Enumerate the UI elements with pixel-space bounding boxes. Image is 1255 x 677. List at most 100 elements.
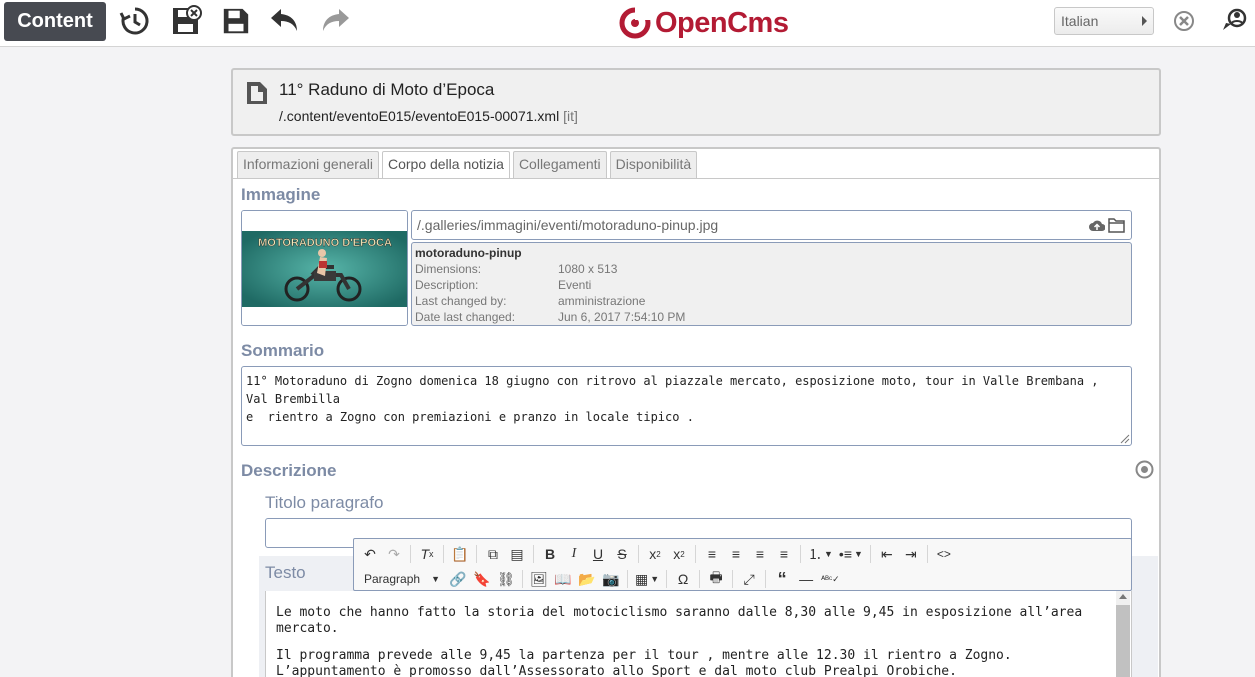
resource-locale: [it] (563, 108, 578, 124)
image-thumbnail[interactable]: MOTORADUNO D'EPOCA (241, 210, 408, 326)
align-left-icon[interactable]: ≡ (700, 543, 724, 565)
resize-handle-icon[interactable] (1120, 434, 1130, 444)
align-right-icon[interactable]: ≡ (748, 543, 772, 565)
chevron-right-icon (1142, 16, 1147, 26)
superscript-icon[interactable]: x2 (667, 543, 691, 565)
outdent-icon[interactable]: ⇤ (875, 543, 899, 565)
underline-icon[interactable]: U (586, 543, 610, 565)
image-info-panel: motoraduno-pinup Dimensions: 1080 x 513 D… (411, 242, 1132, 326)
subscript-icon[interactable]: x2 (643, 543, 667, 565)
indent-icon[interactable]: ⇥ (899, 543, 923, 565)
italic-icon[interactable]: I (562, 543, 586, 565)
image-field-row: Dimensions: 1080 x 513 (415, 261, 1131, 277)
image-field-value: amministrazione (558, 294, 646, 308)
image-gallery-icon[interactable]: 📷 (599, 568, 623, 590)
editor-scrollbar-thumb[interactable] (1116, 605, 1130, 677)
user-menu-icon[interactable] (1217, 4, 1251, 38)
copy-icon[interactable]: ⧉ (481, 543, 505, 565)
language-value: Italian (1061, 13, 1099, 29)
opencms-logo-text: OpenCms (655, 6, 789, 39)
strikethrough-icon[interactable]: S (610, 543, 634, 565)
undo-icon[interactable] (268, 4, 302, 38)
content-button[interactable]: Content (4, 2, 106, 41)
motorcycle-image: MOTORADUNO D'EPOCA (242, 211, 407, 325)
image-icon[interactable]: 🖼 (527, 568, 551, 590)
rich-text-editor[interactable]: Le moto che hanno fatto la storia del mo… (265, 591, 1132, 677)
folder-icon[interactable] (1108, 217, 1125, 233)
paragraph-title-label: Titolo paragrafo (265, 493, 384, 512)
image-banner-text: MOTORADUNO D'EPOCA (258, 237, 392, 249)
clear-format-icon[interactable]: Tx (415, 543, 439, 565)
print-icon[interactable]: 🖶 (704, 568, 728, 590)
bold-icon[interactable]: B (538, 543, 562, 565)
download-gallery-icon[interactable]: 📂 (575, 568, 599, 590)
tab-divider (233, 178, 1159, 179)
tab-bar: Informazioni generali Corpo della notizi… (237, 151, 698, 178)
blockquote-icon[interactable]: “ (770, 568, 794, 590)
close-icon[interactable] (1168, 4, 1200, 38)
editor-paragraph: Il programma prevede alle 9,45 la parten… (276, 648, 1012, 677)
summary-label: Sommario (241, 341, 325, 360)
editor-toolbar-row-2: Paragraph ▼ 🔗 🔖 ⛓ 🖼 📖 📂 📷 ▦ ▼ Ω 🖶 ⤢ “ — ᴬᴮ… (358, 566, 843, 592)
resource-path: /.content/eventoE015/eventoE015-00071.xm… (279, 108, 578, 124)
tab-general-info[interactable]: Informazioni generali (237, 151, 379, 178)
numbered-list-icon[interactable]: ⒈ ▼ (805, 543, 836, 565)
image-label: Immagine (241, 185, 321, 204)
save-icon[interactable] (219, 4, 253, 38)
upload-icon[interactable] (1089, 219, 1105, 233)
paste-icon[interactable]: 📋 (448, 543, 472, 565)
image-field-key: Last changed by: (415, 294, 507, 308)
gallery-icon[interactable]: 📖 (551, 568, 575, 590)
image-field-row: Last changed by: amministrazione (415, 293, 1131, 309)
image-field-key: Description: (415, 278, 479, 292)
source-code-icon[interactable]: <> (932, 543, 956, 565)
text-label: Testo (265, 563, 306, 582)
tab-availability[interactable]: Disponibilità (609, 151, 698, 178)
file-icon (247, 82, 267, 104)
opencms-logo: OpenCms (618, 3, 789, 43)
resource-title: 11° Raduno di Moto d’Epoca (279, 80, 495, 99)
opencms-logo-icon (619, 6, 652, 39)
image-field-value: 1080 x 513 (558, 262, 618, 276)
align-justify-icon[interactable]: ≡ (772, 543, 796, 565)
image-field-key: Dimensions: (415, 262, 482, 276)
save-exit-icon[interactable] (169, 4, 203, 38)
format-select[interactable]: Paragraph ▼ (358, 568, 446, 590)
image-field-value: Eventi (558, 278, 592, 292)
language-select[interactable]: Italian (1054, 7, 1154, 35)
image-field-key: Date last changed: (415, 310, 516, 324)
editor-toolbar-row-1: ↶ ↷ Tx 📋 ⧉ ▤ B I U S x2 x2 ≡ ≡ ≡ ≡ ⒈ ▼ •≡… (358, 541, 956, 567)
paste-text-icon[interactable]: ▤ (505, 543, 529, 565)
target-icon[interactable] (1135, 460, 1154, 479)
tab-links[interactable]: Collegamenti (512, 151, 607, 178)
resource-path-text: /.content/eventoE015/eventoE015-00071.xm… (279, 108, 560, 124)
horizontal-rule-icon[interactable]: — (794, 568, 818, 590)
fullscreen-icon[interactable]: ⤢ (737, 568, 761, 590)
top-toolbar: Content OpenCms Italian (0, 0, 1255, 47)
undo-icon[interactable]: ↶ (358, 543, 382, 565)
image-path-input[interactable]: /.galleries/immagini/eventi/motoraduno-p… (411, 210, 1132, 240)
editor-paragraph: Le moto che hanno fatto la storia del mo… (276, 605, 1083, 636)
scroll-up-icon[interactable] (1119, 593, 1127, 599)
table-icon[interactable]: ▦ ▼ (632, 568, 662, 590)
editor-toolbar: ↶ ↷ Tx 📋 ⧉ ▤ B I U S x2 x2 ≡ ≡ ≡ ≡ ⒈ ▼ •≡… (353, 538, 1132, 591)
summary-textarea[interactable]: 11° Motoraduno di Zogno domenica 18 giug… (241, 366, 1132, 446)
image-path-value: /.galleries/immagini/eventi/motoraduno-p… (417, 217, 719, 233)
bookmark-icon[interactable]: 🔖 (470, 568, 494, 590)
image-field-value: Jun 6, 2017 7:54:10 PM (558, 310, 686, 324)
image-field-row: Description: Eventi (415, 277, 1131, 293)
special-char-icon[interactable]: Ω (671, 568, 695, 590)
history-icon[interactable] (118, 4, 152, 38)
redo-icon[interactable]: ↷ (382, 543, 406, 565)
spellcheck-icon[interactable]: ᴬᴮᶜ✓ (818, 568, 843, 590)
description-label: Descrizione (241, 461, 337, 480)
unlink-icon[interactable]: ⛓ (494, 568, 518, 590)
align-center-icon[interactable]: ≡ (724, 543, 748, 565)
link-icon[interactable]: 🔗 (446, 568, 470, 590)
bullet-list-icon[interactable]: •≡ ▼ (836, 543, 866, 565)
format-select-value: Paragraph (364, 572, 421, 586)
tab-news-body[interactable]: Corpo della notizia (381, 151, 510, 178)
image-name: motoraduno-pinup (415, 246, 522, 260)
redo-icon[interactable] (318, 4, 352, 38)
resource-header: 11° Raduno di Moto d’Epoca /.content/eve… (231, 68, 1161, 136)
